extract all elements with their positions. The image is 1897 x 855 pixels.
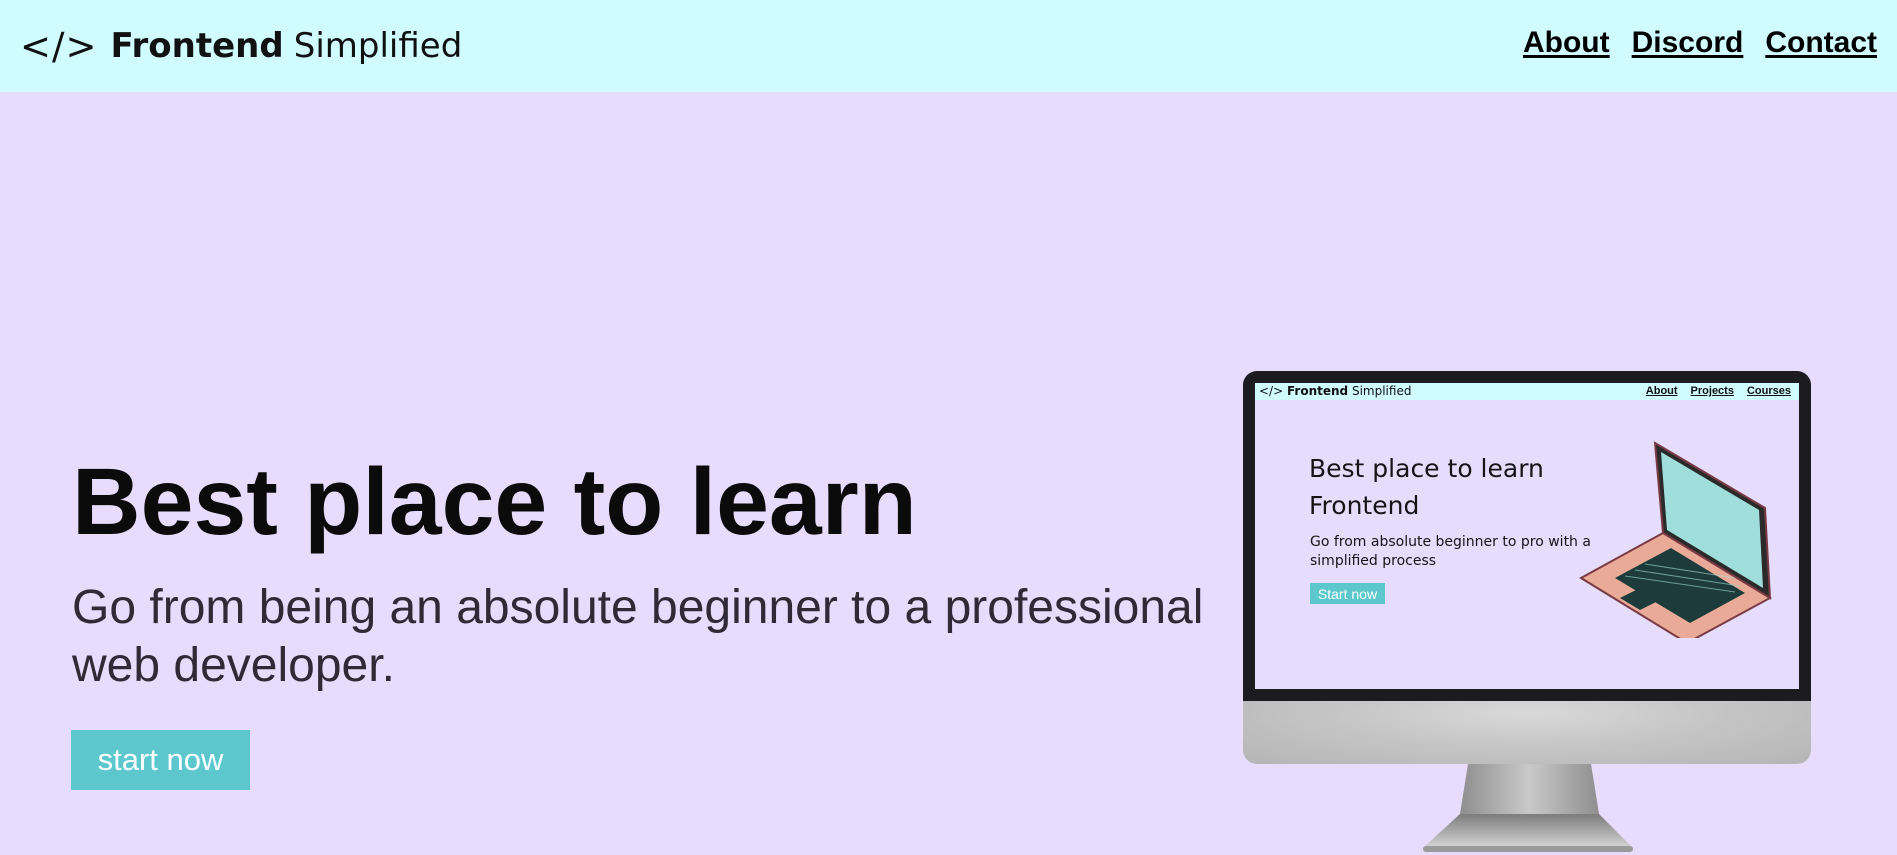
mini-logo-light: Simplified (1351, 384, 1412, 398)
nav-links: About Discord Contact (1523, 26, 1877, 60)
logo-text-light: Simplified (293, 26, 463, 66)
mini-links: About Projects Courses (1646, 385, 1791, 397)
nav-link-contact[interactable]: Contact (1765, 26, 1877, 60)
monitor-chin (1243, 701, 1811, 764)
hero-subtitle: Go from being an absolute beginner to a … (72, 581, 1204, 692)
code-brackets-icon: </> (20, 24, 98, 68)
monitor-screen: </> Frontend Simplified About Projects C… (1255, 383, 1799, 689)
logo-text-bold: Frontend (110, 26, 284, 66)
mini-logo: </> Frontend Simplified (1259, 384, 1411, 398)
mini-hero-subtitle: Go from absolute beginner to pro with a … (1310, 534, 1591, 569)
mini-link-about: About (1645, 385, 1678, 397)
mini-start-button: Start now (1310, 583, 1385, 604)
top-nav: </> Frontend Simplified About Discord Co… (0, 0, 1897, 92)
mini-link-projects: Projects (1690, 385, 1734, 397)
monitor-screen-frame: </> Frontend Simplified About Projects C… (1243, 371, 1811, 701)
nav-link-discord[interactable]: Discord (1632, 26, 1744, 60)
mini-link-courses: Courses (1746, 385, 1791, 397)
monitor-illustration: </> Frontend Simplified About Projects C… (1243, 371, 1811, 855)
monitor-stand (1423, 764, 1633, 852)
laptop-icon (1579, 441, 1773, 638)
mini-code-brackets-icon: </> (1259, 384, 1284, 398)
mini-nav: </> Frontend Simplified About Projects C… (1255, 383, 1799, 400)
mini-hero-title: Best place to learn Frontend (1309, 454, 1544, 520)
mini-logo-bold: Frontend (1286, 384, 1349, 398)
nav-link-about[interactable]: About (1523, 26, 1610, 60)
hero-title: Best place to learn (72, 449, 917, 555)
start-now-button[interactable]: start now (71, 730, 250, 790)
site-logo[interactable]: </> Frontend Simplified (20, 18, 462, 74)
